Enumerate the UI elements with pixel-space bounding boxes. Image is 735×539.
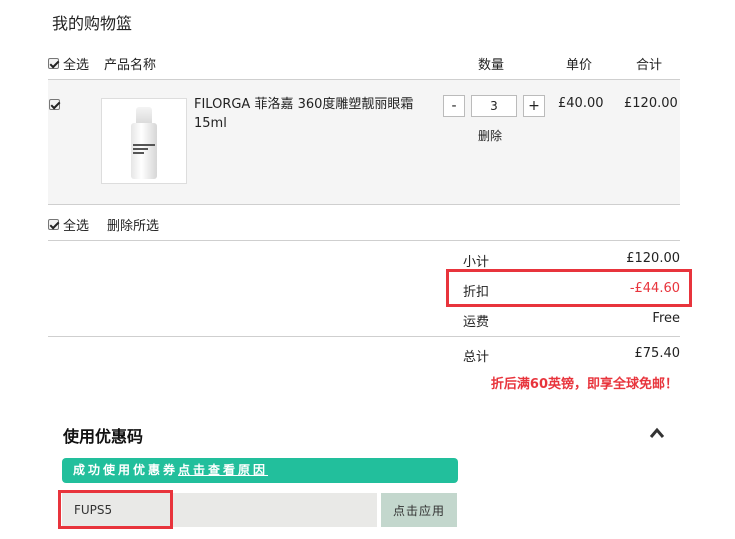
total-label: 总计	[463, 350, 490, 365]
select-all-bottom: 全选 删除所选	[48, 215, 159, 234]
item-total-price: £120.00	[624, 96, 678, 111]
free-shipping-note: 折后满60英镑，即享全球免邮！	[490, 377, 678, 392]
product-name-header: 产品名称	[104, 58, 157, 73]
select-all-checkbox[interactable]	[48, 58, 59, 69]
quantity-input[interactable]: 3	[471, 95, 517, 117]
shipping-label: 运费	[463, 315, 490, 330]
item-unit-price: £40.00	[558, 96, 604, 111]
decrease-quantity-button[interactable]: -	[443, 95, 465, 117]
bottle-label-shape	[133, 144, 155, 154]
divider	[48, 204, 680, 205]
select-all-label: 全选	[63, 58, 90, 73]
delete-item-link[interactable]: 删除	[478, 127, 502, 144]
discount-value: -£44.60	[629, 281, 680, 296]
select-all-top[interactable]: 全选	[48, 54, 89, 73]
coupon-success-text: 成功使用优惠券	[73, 463, 179, 477]
subtotal-value: £120.00	[626, 251, 680, 266]
cart-item-row: FILORGA 菲洛嘉 360度雕塑靓丽眼霜15ml - 3 + 删除 £40.…	[48, 80, 680, 204]
divider	[48, 336, 680, 337]
shipping-value: Free	[652, 311, 680, 326]
quantity-header: 数量	[478, 58, 505, 73]
quantity-stepper: - 3 +	[443, 95, 545, 117]
coupon-success-banner: 成功使用优惠券点击查看原因	[62, 458, 458, 483]
page-title: 我的购物篮	[52, 14, 133, 33]
select-all-label-bottom: 全选	[63, 219, 90, 234]
coupon-section-title: 使用优惠码	[63, 427, 144, 446]
increase-quantity-button[interactable]: +	[523, 95, 545, 117]
cart-header: 全选 产品名称 数量 单价 合计	[48, 54, 680, 78]
discount-label: 折扣	[463, 285, 490, 300]
delete-selected-link[interactable]: 删除所选	[107, 215, 159, 234]
view-reason-link[interactable]: 点击查看原因	[178, 463, 268, 477]
subtotal-label: 小计	[463, 255, 490, 270]
item-checkbox[interactable]	[49, 99, 60, 110]
select-all-checkbox-bottom[interactable]	[48, 219, 59, 230]
total-header: 合计	[636, 58, 663, 73]
product-name-link[interactable]: FILORGA 菲洛嘉 360度雕塑靓丽眼霜15ml	[194, 95, 424, 133]
total-value: £75.40	[634, 346, 681, 361]
coupon-code-highlight-box	[58, 490, 173, 529]
product-image[interactable]	[101, 98, 187, 184]
divider	[48, 240, 680, 241]
apply-coupon-button[interactable]: 点击应用	[381, 493, 457, 527]
unit-price-header: 单价	[566, 58, 593, 73]
chevron-up-icon[interactable]	[649, 427, 665, 439]
